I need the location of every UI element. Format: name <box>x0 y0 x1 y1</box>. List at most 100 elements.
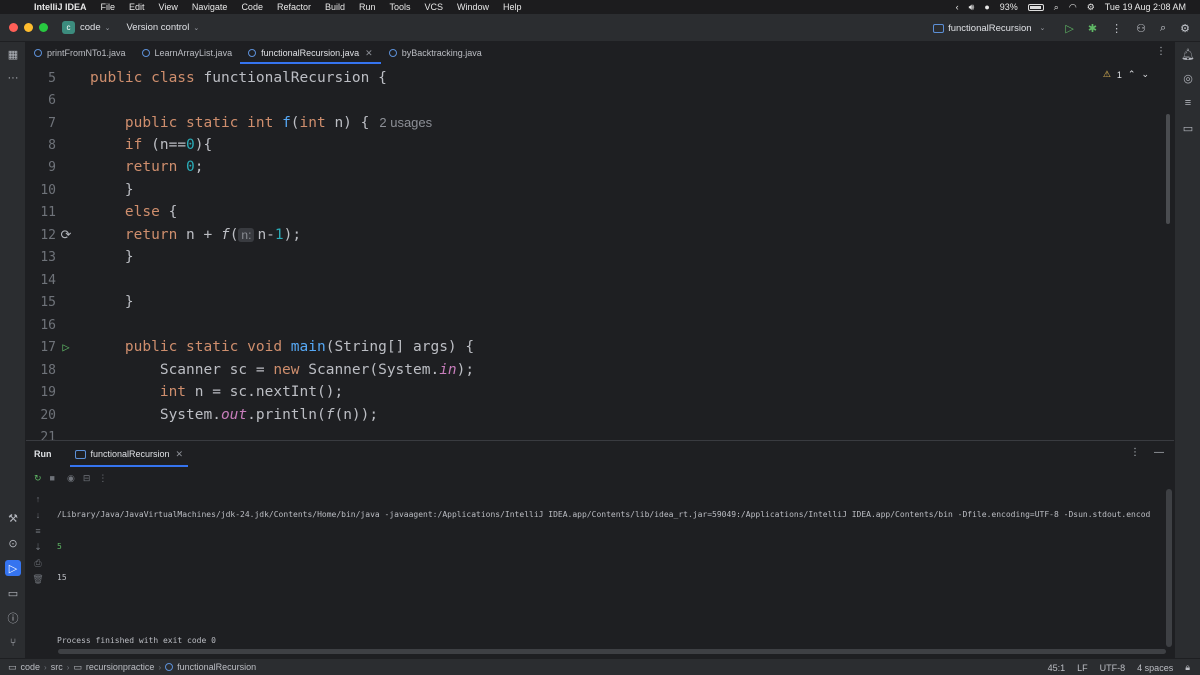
more-tools-icon[interactable]: ··· <box>5 70 21 86</box>
minimize-window-button[interactable] <box>24 23 33 32</box>
settings-gear-icon[interactable]: ⚙ <box>1180 22 1190 35</box>
line-number: 14 <box>40 272 56 288</box>
git-branch-icon[interactable]: ⑂ <box>5 635 21 651</box>
menu-help[interactable]: Help <box>503 2 522 12</box>
project-view-icon[interactable]: ▦ <box>5 46 21 62</box>
moon-icon[interactable]: ● <box>984 2 989 12</box>
terminal-icon[interactable]: ▭ <box>5 585 21 601</box>
lock-icon[interactable]: 🔒︎ <box>1185 662 1190 673</box>
restore-layout-icon[interactable]: ⊟ <box>83 473 91 484</box>
rerun-icon[interactable]: ↻ <box>34 473 42 484</box>
arrow-up-icon[interactable]: ↑ <box>32 493 44 505</box>
print-icon[interactable]: ⎙ <box>32 557 44 569</box>
console-output[interactable]: /Library/Java/JavaVirtualMachines/jdk-24… <box>57 490 1165 666</box>
run-gutter-icon[interactable]: ▷ <box>59 340 73 354</box>
project-widget[interactable]: c code ⌄ <box>62 21 110 34</box>
soft-wrap-icon[interactable]: ≡ <box>32 525 44 537</box>
zoom-window-button[interactable] <box>39 23 48 32</box>
run-config-icon <box>933 23 945 33</box>
menu-vcs[interactable]: VCS <box>425 2 444 12</box>
menu-view[interactable]: View <box>159 2 178 12</box>
debug-icon[interactable]: ✱ <box>1088 22 1097 35</box>
editor-scrollbar[interactable] <box>1166 114 1170 224</box>
run-icon[interactable]: ▷ <box>1065 22 1073 35</box>
more-actions-icon[interactable]: ⋮ <box>1111 22 1122 35</box>
menu-build[interactable]: Build <box>325 2 345 12</box>
line-ending[interactable]: LF <box>1077 663 1088 673</box>
chevron-down-icon[interactable]: ⌄ <box>1141 69 1149 80</box>
problems-icon[interactable]: ⓘ <box>5 610 21 626</box>
close-tab-icon[interactable]: ✕ <box>365 48 373 59</box>
console-horizontal-scrollbar[interactable] <box>58 649 1166 654</box>
macos-menu-bar: IntelliJ IDEA File Edit View Navigate Co… <box>0 0 1200 14</box>
code-editor[interactable]: ⚠ 1 ⌃ ⌄ 5 public class functionalRecursi… <box>26 64 1174 440</box>
ai-assistant-icon[interactable]: ◎ <box>1180 70 1196 86</box>
tab-label: functionalRecursion.java <box>261 48 360 58</box>
database-icon[interactable]: ≡ <box>1180 95 1196 111</box>
more-actions-icon[interactable]: ⋮ <box>98 473 107 484</box>
recursive-call-icon[interactable]: ⟳ <box>59 228 73 243</box>
search-icon[interactable]: ⌕ <box>1054 2 1059 13</box>
usages-hint[interactable]: 2 usages <box>379 115 432 130</box>
stop-icon[interactable]: ■ <box>50 473 55 483</box>
control-center-icon[interactable]: ⚙ <box>1087 2 1095 13</box>
code-text: Scanner sc = new Scanner(System.in); <box>90 362 475 378</box>
more-options-icon[interactable]: ⋮ <box>1130 447 1140 458</box>
menu-window[interactable]: Window <box>457 2 489 12</box>
tab-printfromnto1[interactable]: printFromNTo1.java <box>26 42 134 64</box>
add-user-icon[interactable]: ⚇ <box>1136 22 1146 35</box>
camera-icon[interactable]: ◉ <box>67 473 75 484</box>
vcs-widget[interactable]: Version control ⌄ <box>126 22 199 33</box>
services-icon[interactable]: ⊙ <box>5 535 21 551</box>
folder-icon[interactable]: ▭ <box>1180 120 1196 136</box>
arrow-down-icon[interactable]: ↓ <box>32 509 44 521</box>
menubar-datetime[interactable]: Tue 19 Aug 2:08 AM <box>1105 2 1186 12</box>
breadcrumb-item[interactable]: src <box>51 662 63 672</box>
console-vertical-scrollbar[interactable] <box>1166 489 1172 647</box>
chevron-left-icon[interactable]: ‹ <box>956 2 959 12</box>
run-config-label: functionalRecursion <box>948 22 1032 34</box>
wifi-icon[interactable]: ◠ <box>1069 2 1077 13</box>
tab-functionalrecursion[interactable]: functionalRecursion.java ✕ <box>240 42 381 64</box>
chevron-up-icon[interactable]: ⌃ <box>1128 69 1136 80</box>
breadcrumb-item[interactable]: functionalRecursion <box>177 662 256 672</box>
breadcrumb-item[interactable]: recursionpractice <box>86 662 155 672</box>
tabs-more-icon[interactable]: ⋮ <box>1156 46 1166 57</box>
tab-learnarraylist[interactable]: LearnArrayList.java <box>134 42 241 64</box>
run-tab-functionalrecursion[interactable]: functionalRecursion ✕ <box>69 441 189 467</box>
build-hammer-icon[interactable]: ⚒ <box>5 510 21 526</box>
search-everywhere-icon[interactable]: ⌕ <box>1160 22 1166 35</box>
app-name-menu[interactable]: IntelliJ IDEA <box>34 2 87 12</box>
tab-bybacktracking[interactable]: byBacktracking.java <box>381 42 490 64</box>
menu-code[interactable]: Code <box>241 2 263 12</box>
code-line: 5 public class functionalRecursion { <box>26 67 1126 89</box>
run-tool-icon[interactable]: ▷ <box>5 560 21 576</box>
folder-icon: ▭ <box>73 661 82 672</box>
menu-tools[interactable]: Tools <box>390 2 411 12</box>
console-line: 15 <box>57 573 67 582</box>
menu-refactor[interactable]: Refactor <box>277 2 311 12</box>
close-tab-icon[interactable]: ✕ <box>176 449 184 460</box>
run-config-selector[interactable]: functionalRecursion ⌄ <box>933 23 1045 34</box>
volume-icon[interactable]: 🔊︎ <box>969 2 975 13</box>
menu-run[interactable]: Run <box>359 2 376 12</box>
indent-setting[interactable]: 4 spaces <box>1137 663 1173 673</box>
project-badge: c <box>62 21 75 34</box>
file-encoding[interactable]: UTF-8 <box>1100 663 1126 673</box>
caret-position[interactable]: 45:1 <box>1048 663 1066 673</box>
breadcrumb-item[interactable]: code <box>21 662 41 672</box>
battery-percent: 93% <box>999 2 1018 12</box>
chevron-right-icon: › <box>44 662 47 672</box>
menu-edit[interactable]: Edit <box>129 2 145 12</box>
code-line: 12 ⟳ return n + f(n: n-1); <box>26 224 1126 246</box>
close-window-button[interactable] <box>9 23 18 32</box>
menu-navigate[interactable]: Navigate <box>192 2 228 12</box>
menu-file[interactable]: File <box>101 2 116 12</box>
notifications-bell-icon[interactable]: 🔔︎ <box>1180 46 1196 62</box>
minimize-panel-icon[interactable]: — <box>1154 447 1164 458</box>
chevron-down-icon: ⌄ <box>104 24 111 32</box>
scroll-to-end-icon[interactable]: ⇣ <box>32 541 44 553</box>
battery-icon[interactable] <box>1027 3 1044 11</box>
trash-icon[interactable]: 🗑︎ <box>32 573 44 585</box>
